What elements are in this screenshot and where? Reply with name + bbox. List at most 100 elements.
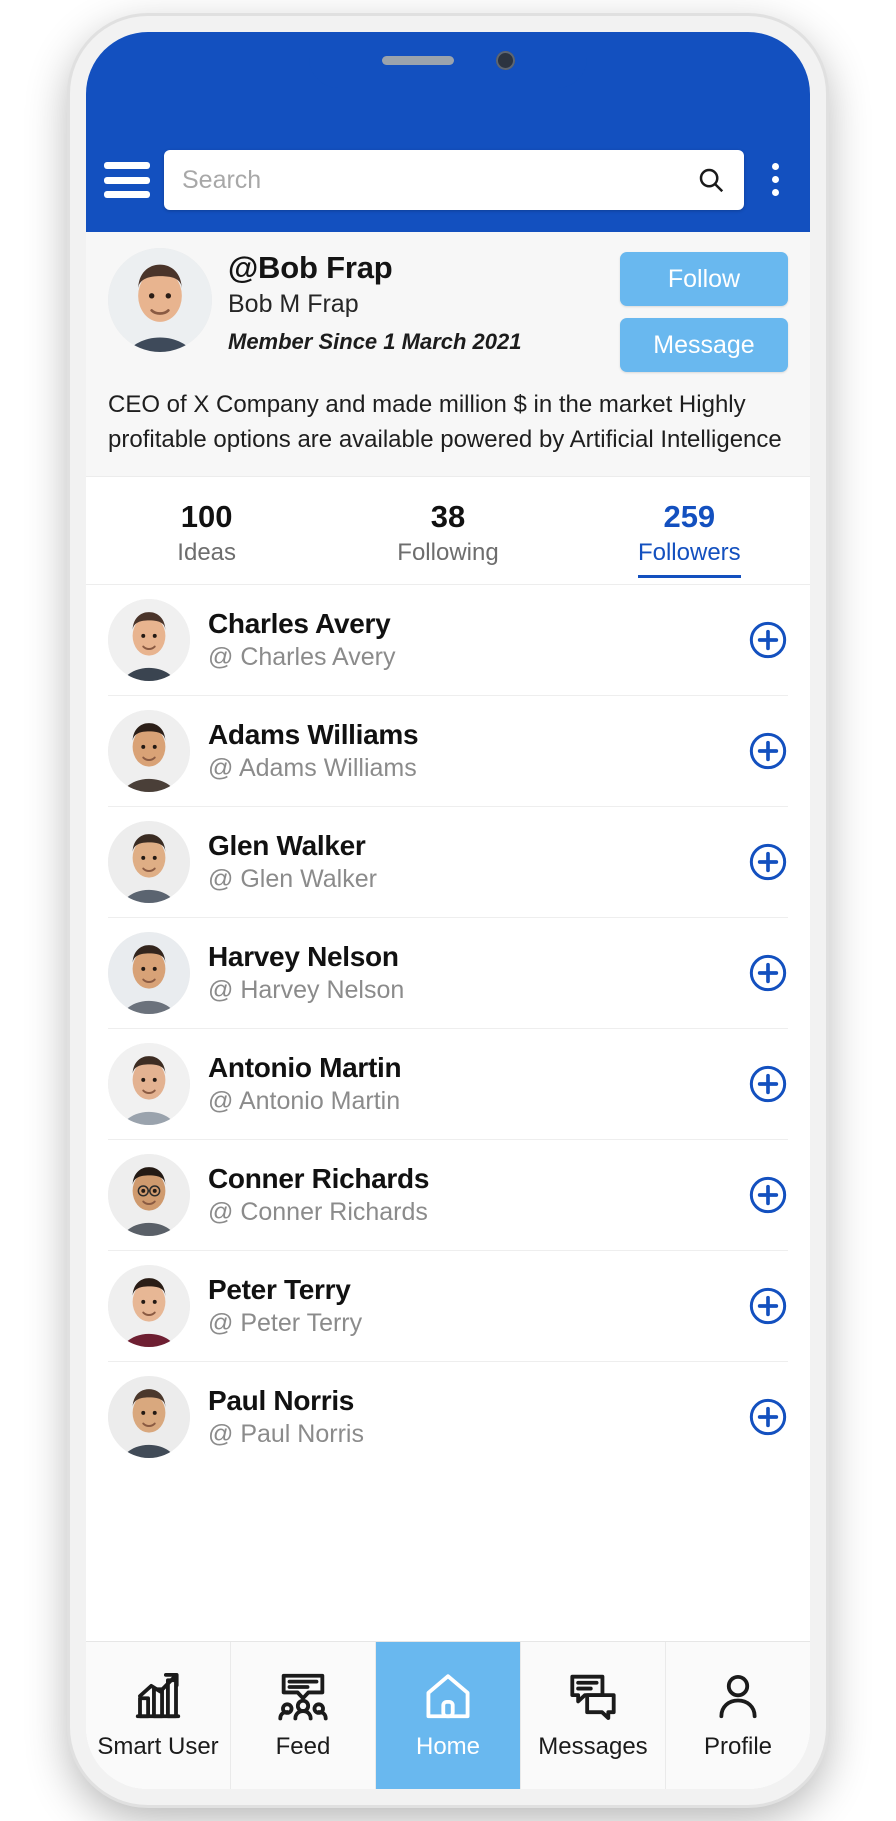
home-icon: [421, 1671, 475, 1721]
user-avatar-image: [108, 248, 212, 352]
tab-label: Feed: [275, 1732, 331, 1760]
follower-info: Peter Terry @ Peter Terry: [208, 1274, 730, 1338]
member-since: Member Since 1 March 2021: [228, 329, 522, 354]
kebab-menu-icon[interactable]: [758, 163, 792, 196]
tab-label: Messages: [538, 1732, 648, 1760]
tab-home[interactable]: Home: [376, 1642, 521, 1789]
earpiece-speaker: [381, 55, 454, 65]
follower-name: Harvey Nelson: [208, 940, 399, 972]
follower-name: Adams Williams: [208, 718, 419, 750]
avatar: [108, 1153, 190, 1236]
list-item[interactable]: Adams Williams @ Adams Williams: [108, 696, 788, 807]
follower-handle: @ Glen Walker: [208, 864, 377, 893]
add-follower-icon[interactable]: [748, 620, 788, 660]
avatar: [108, 1264, 190, 1347]
follower-info: Harvey Nelson @ Harvey Nelson: [208, 941, 730, 1005]
follower-info: Conner Richards @ Conner Richards: [208, 1163, 730, 1227]
avatar: [108, 1375, 190, 1458]
stat-label: Following: [397, 538, 499, 566]
follower-handle: @ Peter Terry: [208, 1308, 363, 1337]
app-container: @Bob Frap Bob M Frap Member Since 1 Marc…: [86, 32, 810, 1789]
follower-info: Charles Avery @ Charles Avery: [208, 608, 730, 672]
add-follower-icon[interactable]: [748, 1397, 788, 1437]
tab-messages[interactable]: Messages: [521, 1642, 666, 1789]
add-follower-icon[interactable]: [748, 953, 788, 993]
stat-value: 38: [430, 498, 466, 534]
add-follower-icon[interactable]: [748, 1175, 788, 1215]
search-bar[interactable]: [164, 150, 744, 210]
phone-notch: [309, 32, 587, 88]
chat-bubbles-icon: [566, 1671, 620, 1721]
avatar: [108, 709, 190, 792]
follower-handle: @ Conner Richards: [208, 1197, 428, 1226]
follower-name: Charles Avery: [208, 607, 391, 639]
search-input[interactable]: [182, 165, 696, 195]
list-item[interactable]: Peter Terry @ Peter Terry: [108, 1251, 788, 1362]
follow-button[interactable]: Follow: [620, 252, 788, 306]
user-avatar-image: [108, 1153, 190, 1236]
user-avatar-image: [108, 709, 190, 792]
list-item[interactable]: Harvey Nelson @ Harvey Nelson: [108, 918, 788, 1029]
tab-profile[interactable]: Profile: [666, 1642, 810, 1789]
list-item[interactable]: Charles Avery @ Charles Avery: [108, 585, 788, 696]
profile-handle: @Bob Frap: [228, 250, 393, 285]
stat-label: Ideas: [177, 538, 237, 566]
follower-name: Glen Walker: [208, 829, 366, 861]
follower-name: Paul Norris: [208, 1384, 355, 1416]
add-follower-icon[interactable]: [748, 731, 788, 771]
follower-handle: @ Paul Norris: [208, 1419, 364, 1448]
avatar: [108, 1042, 190, 1125]
hamburger-icon[interactable]: [104, 162, 150, 198]
stat-ideas[interactable]: 100 Ideas: [86, 499, 327, 578]
follower-handle: @ Antonio Martin: [208, 1086, 401, 1115]
list-item[interactable]: Conner Richards @ Conner Richards: [108, 1140, 788, 1251]
user-avatar-image: [108, 1042, 190, 1125]
avatar: [108, 248, 212, 352]
profile-identity: @Bob Frap Bob M Frap Member Since 1 Marc…: [228, 248, 604, 355]
chart-growth-icon: [131, 1671, 185, 1721]
profile-full-name: Bob M Frap: [228, 290, 359, 318]
list-item[interactable]: Paul Norris @ Paul Norris: [108, 1362, 788, 1472]
follower-info: Antonio Martin @ Antonio Martin: [208, 1052, 730, 1116]
user-avatar-image: [108, 1375, 190, 1458]
avatar: [108, 598, 190, 681]
follower-info: Adams Williams @ Adams Williams: [208, 719, 730, 783]
list-item[interactable]: Glen Walker @ Glen Walker: [108, 807, 788, 918]
profile-stats: 100 Ideas 38 Following 259 Followers: [86, 476, 810, 585]
stat-label: Followers: [637, 539, 741, 578]
user-avatar-image: [108, 598, 190, 681]
follower-handle: @ Charles Avery: [208, 642, 396, 671]
person-icon: [711, 1671, 765, 1721]
group-feed-icon: [276, 1671, 330, 1721]
follower-info: Paul Norris @ Paul Norris: [208, 1385, 730, 1449]
stat-followers[interactable]: 259 Followers: [569, 499, 810, 578]
tab-feed[interactable]: Feed: [231, 1642, 376, 1789]
add-follower-icon[interactable]: [748, 842, 788, 882]
stat-following[interactable]: 38 Following: [327, 499, 568, 578]
add-follower-icon[interactable]: [748, 1286, 788, 1326]
search-icon[interactable]: [696, 165, 726, 195]
follower-name: Peter Terry: [208, 1273, 351, 1305]
stat-value: 259: [663, 498, 716, 534]
follower-name: Conner Richards: [208, 1162, 430, 1194]
profile-actions: Follow Message: [620, 248, 788, 372]
tab-label: Smart User: [97, 1732, 219, 1760]
phone-frame: @Bob Frap Bob M Frap Member Since 1 Marc…: [70, 16, 826, 1805]
follower-handle: @ Adams Williams: [208, 753, 417, 782]
tab-smart-user[interactable]: Smart User: [86, 1642, 231, 1789]
user-avatar-image: [108, 1264, 190, 1347]
follower-info: Glen Walker @ Glen Walker: [208, 830, 730, 894]
avatar: [108, 820, 190, 903]
tab-label: Profile: [703, 1732, 773, 1760]
follower-name: Antonio Martin: [208, 1051, 402, 1083]
list-item[interactable]: Antonio Martin @ Antonio Martin: [108, 1029, 788, 1140]
followers-list: Charles Avery @ Charles Avery Adams Will…: [86, 584, 810, 1641]
profile-header: @Bob Frap Bob M Frap Member Since 1 Marc…: [86, 232, 810, 477]
profile-bio: CEO of X Company and made million $ in t…: [108, 391, 782, 453]
add-follower-icon[interactable]: [748, 1064, 788, 1104]
bottom-tab-bar: Smart User Feed Home Messages Profile: [86, 1641, 810, 1789]
front-camera: [495, 50, 515, 70]
avatar: [108, 931, 190, 1014]
user-avatar-image: [108, 820, 190, 903]
message-button[interactable]: Message: [620, 318, 788, 372]
